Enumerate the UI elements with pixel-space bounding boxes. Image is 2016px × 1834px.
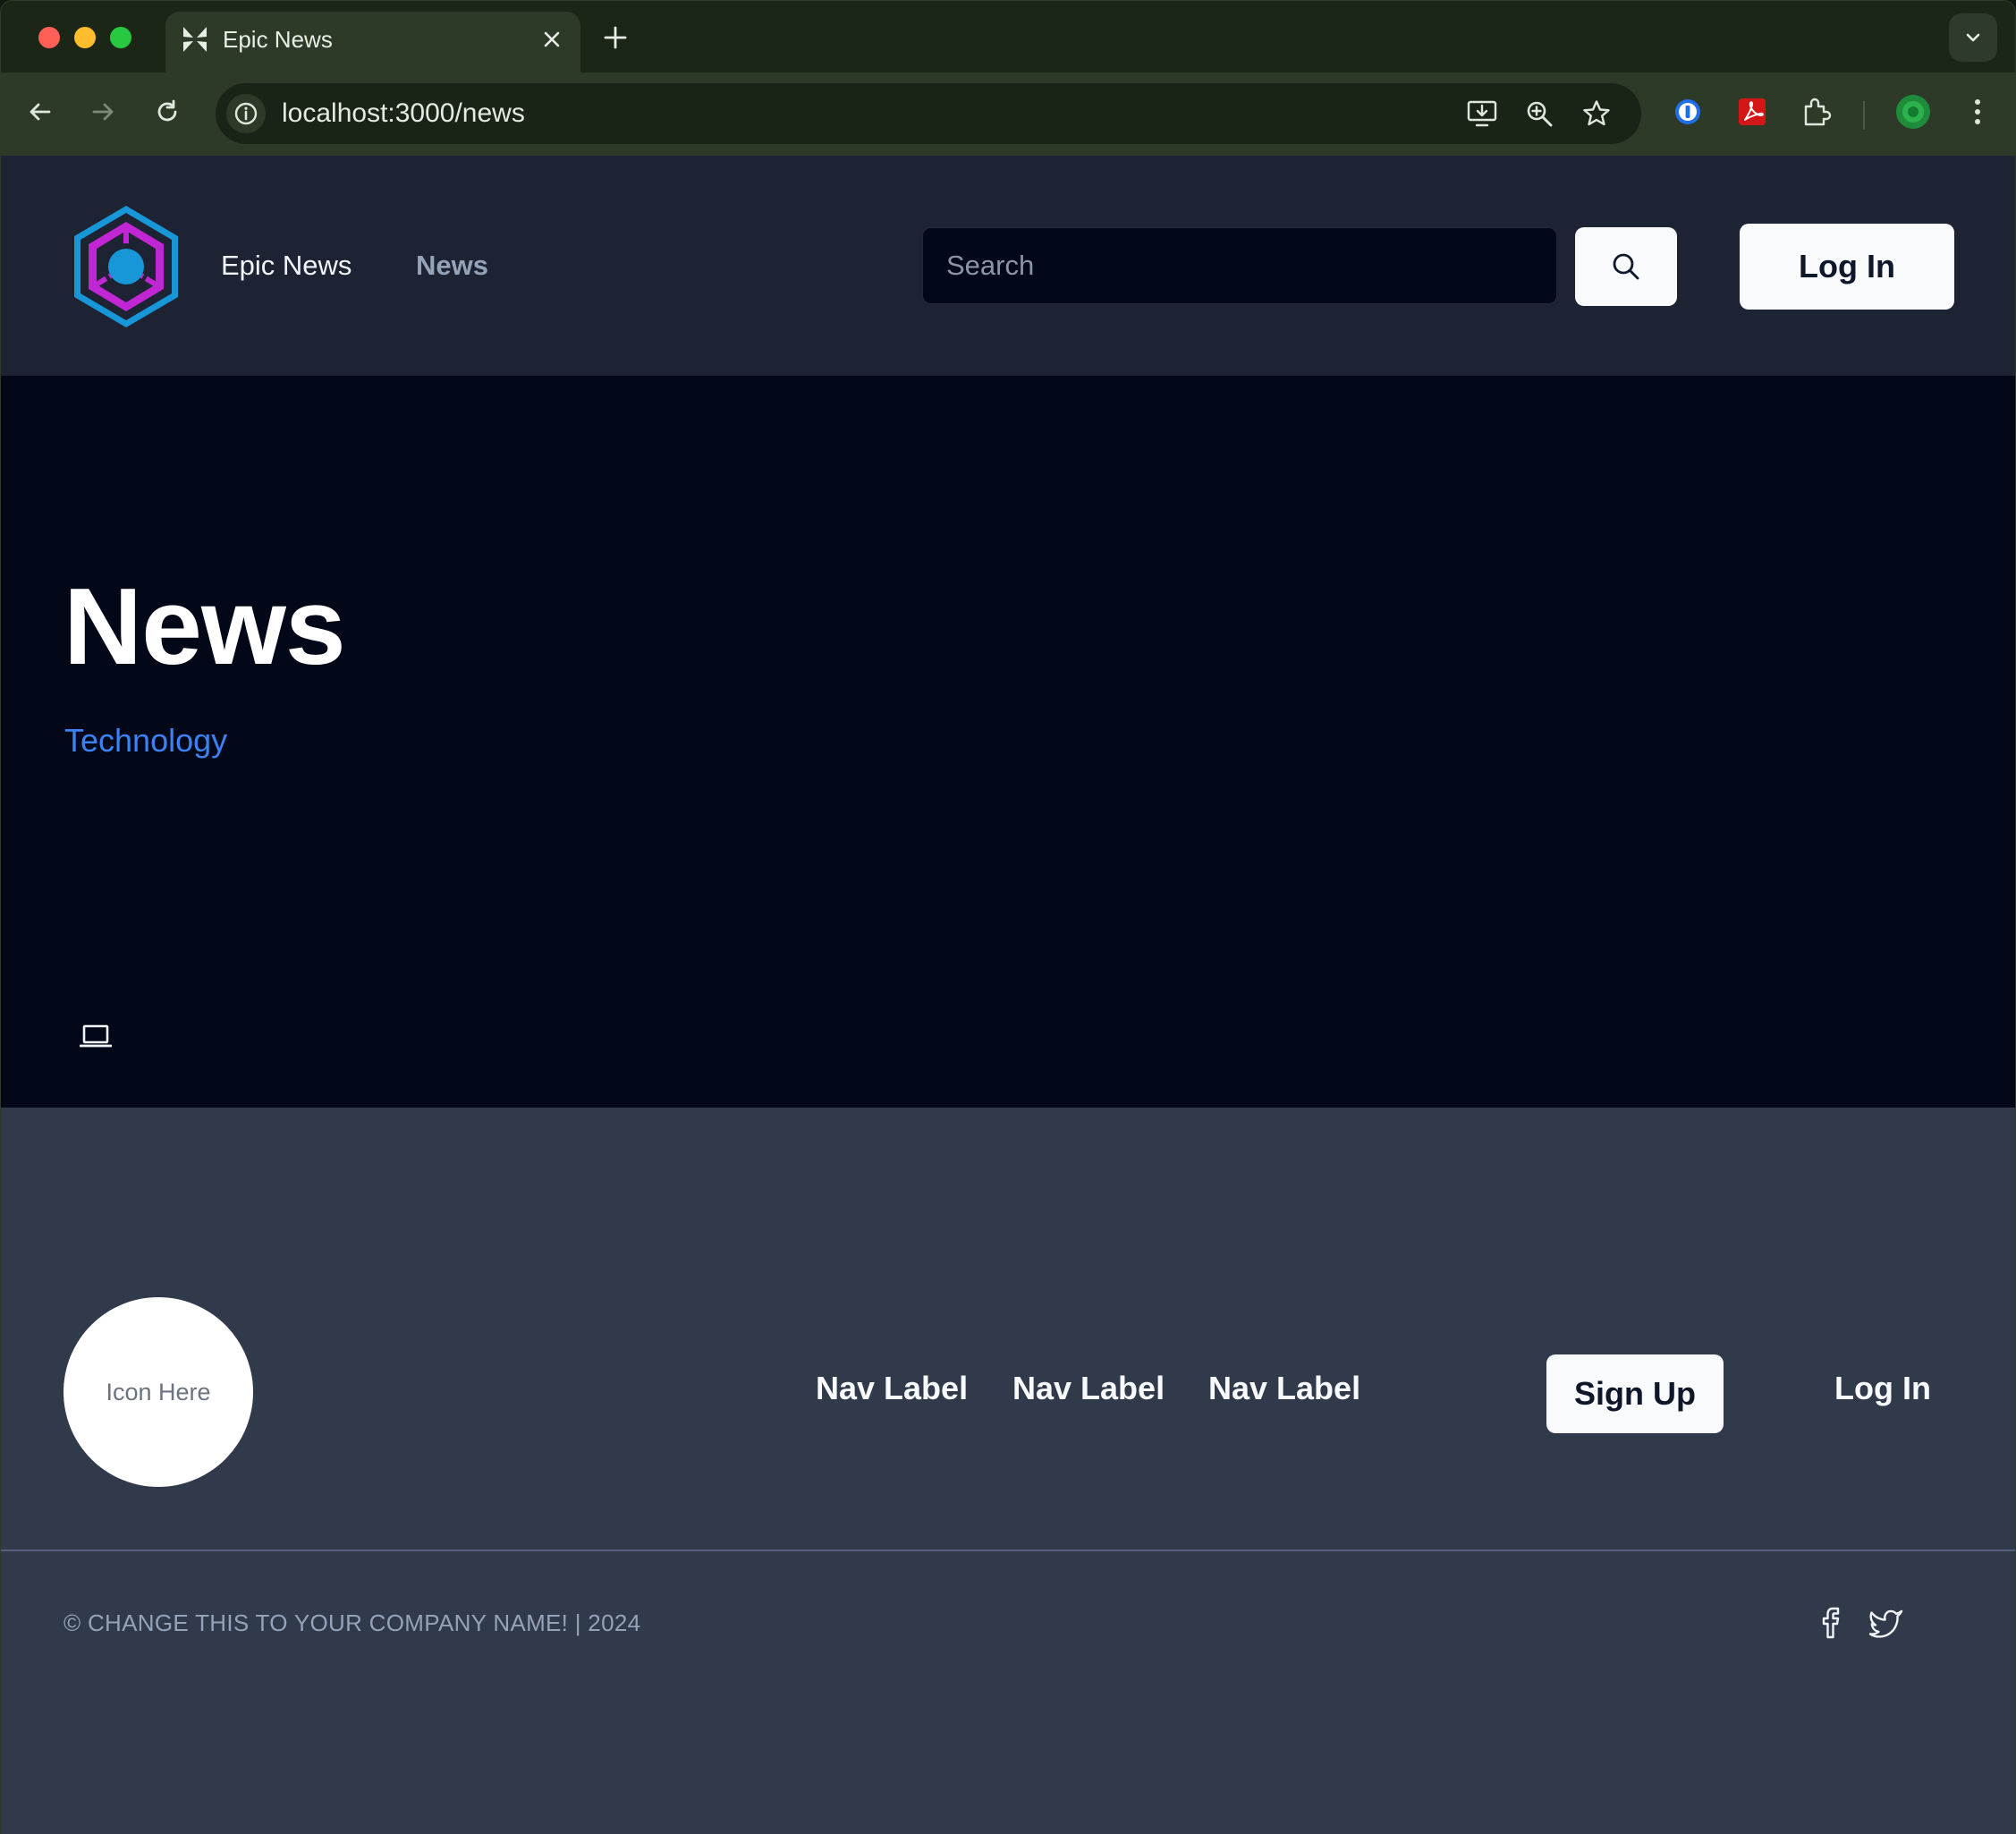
password-manager-icon[interactable] (1670, 94, 1706, 130)
window-maximize-button[interactable] (110, 27, 131, 48)
footer-nav-link[interactable]: Nav Label (1012, 1369, 1165, 1408)
favicon-icon (180, 24, 210, 55)
site-header: Epic News News Log In (1, 156, 2015, 376)
page-title: News (64, 565, 346, 687)
forward-icon[interactable] (83, 92, 123, 132)
site-footer: Icon Here Nav Label Nav Label Nav Label … (1, 1108, 2015, 1834)
footer-icon-label: Icon Here (106, 1378, 211, 1405)
new-tab-icon[interactable] (600, 22, 631, 53)
epic-news-logo[interactable] (67, 202, 185, 331)
window-minimize-button[interactable] (74, 27, 96, 48)
category-link-technology[interactable]: Technology (64, 721, 227, 760)
footer-nav-link[interactable]: Nav Label (1208, 1369, 1360, 1408)
nav-link-news[interactable]: News (416, 249, 488, 283)
browser-toolbar: localhost:3000/news (1, 72, 2015, 155)
profile-avatar[interactable] (1895, 94, 1931, 130)
address-bar[interactable]: localhost:3000/news (216, 83, 1641, 144)
tab-title: Epic News (223, 26, 333, 53)
header-login-button[interactable]: Log In (1740, 224, 1954, 310)
laptop-icon (80, 1023, 112, 1049)
pdf-extension-icon[interactable] (1734, 94, 1770, 130)
browser-window: Epic News localhost:3000/news (0, 0, 2016, 156)
site-info-icon[interactable] (226, 94, 266, 133)
search-icon (1610, 250, 1642, 283)
page-viewport: Epic News News Log In News Technology Ic… (0, 156, 2016, 1834)
footer-signup-button[interactable]: Sign Up (1546, 1354, 1724, 1433)
extensions-puzzle-icon[interactable] (1799, 94, 1834, 130)
toolbar-divider (1863, 101, 1865, 130)
copyright-text: © CHANGE THIS TO YOUR COMPANY NAME! | 20… (64, 1609, 641, 1636)
brand-link[interactable]: Epic News (221, 249, 352, 283)
footer-divider (1, 1550, 2015, 1551)
search-input[interactable] (922, 227, 1557, 304)
back-icon[interactable] (21, 92, 60, 132)
main-content: News Technology (1, 376, 2015, 1108)
browser-tab[interactable]: Epic News (165, 12, 580, 72)
tab-search-icon[interactable] (1949, 13, 1997, 62)
zoom-icon[interactable] (1521, 96, 1557, 132)
facebook-icon[interactable] (1818, 1605, 1845, 1641)
tab-strip: Epic News (1, 1, 2015, 72)
install-app-icon[interactable] (1464, 96, 1500, 132)
footer-login-link[interactable]: Log In (1834, 1369, 1931, 1408)
footer-nav-link[interactable]: Nav Label (816, 1369, 968, 1408)
bookmark-star-icon[interactable] (1579, 96, 1614, 132)
twitter-icon[interactable] (1868, 1607, 1904, 1639)
window-close-button[interactable] (38, 27, 60, 48)
url-text[interactable]: localhost:3000/news (282, 98, 525, 130)
close-icon[interactable] (539, 27, 564, 52)
reload-icon[interactable] (148, 92, 187, 132)
footer-icon-placeholder: Icon Here (64, 1297, 253, 1487)
kebab-menu-icon[interactable] (1960, 94, 1995, 130)
search-button[interactable] (1575, 227, 1677, 306)
